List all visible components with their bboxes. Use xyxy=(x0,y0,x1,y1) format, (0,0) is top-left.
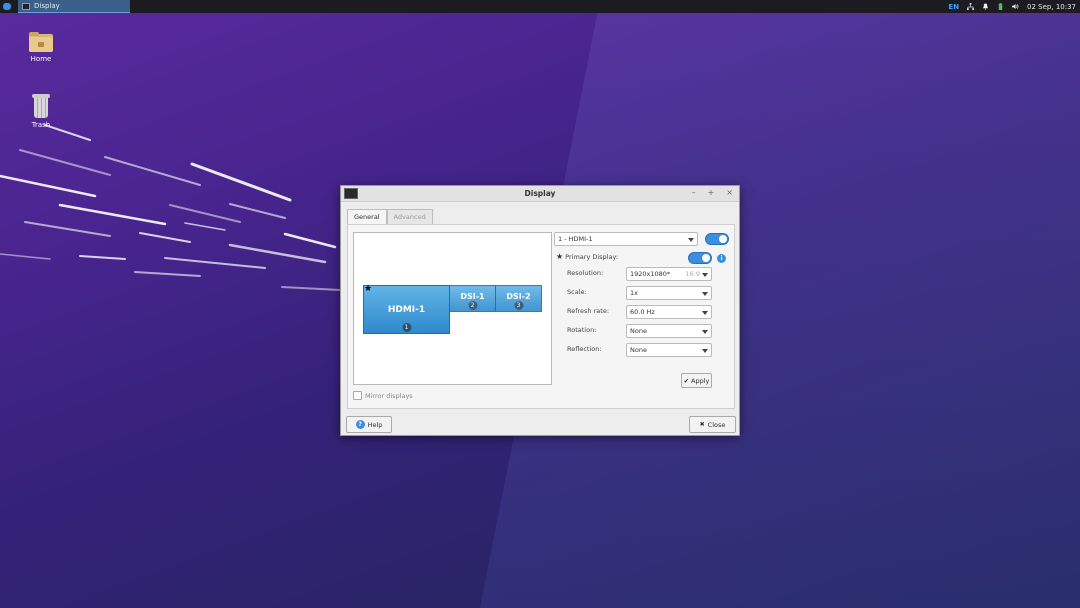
desktop-icon-label: Home xyxy=(30,55,52,63)
taskbar-item-display[interactable]: Display xyxy=(18,0,130,13)
refresh-rate-row: Refresh rate: xyxy=(567,307,609,315)
refresh-rate-label: Refresh rate: xyxy=(567,307,610,315)
tab-bar: General Advanced xyxy=(347,209,433,224)
keyboard-layout-indicator[interactable]: EN xyxy=(948,3,959,11)
display-app-icon xyxy=(22,2,30,10)
monitor-name: DSI-2 xyxy=(506,292,531,301)
scale-label: Scale: xyxy=(567,288,587,296)
close-label: Close xyxy=(707,420,726,429)
mirror-displays-label: Mirror displays xyxy=(365,391,413,400)
tab-general[interactable]: General xyxy=(347,209,387,224)
display-layout-preview: HDMI-1 1 ★ DSI-1 2 DSI-2 3 xyxy=(353,232,552,385)
monitor-number: 2 xyxy=(468,301,477,310)
reflection-row: Reflection: xyxy=(567,345,602,353)
chevron-down-icon xyxy=(702,349,708,353)
desktop-icon-label: Trash xyxy=(31,121,51,129)
display-app-icon xyxy=(344,188,358,199)
refresh-rate-select[interactable]: 60.0 Hz xyxy=(626,305,712,319)
battery-icon[interactable] xyxy=(997,3,1004,10)
monitor-number: 3 xyxy=(514,301,523,310)
help-button[interactable]: ? Help xyxy=(346,416,392,433)
chevron-down-icon xyxy=(702,292,708,296)
close-icon: ✖ xyxy=(699,421,705,428)
display-enabled-toggle[interactable] xyxy=(705,233,729,245)
home-folder-icon xyxy=(29,32,53,52)
resolution-label: Resolution: xyxy=(567,269,604,277)
primary-star-icon: ★ xyxy=(364,284,373,294)
reflection-label: Reflection: xyxy=(567,345,602,353)
display-select[interactable]: 1 - HDMI-1 xyxy=(554,232,698,246)
monitor-dsi-1[interactable]: DSI-1 2 xyxy=(449,285,496,312)
monitor-hdmi-1[interactable]: HDMI-1 1 xyxy=(363,285,450,334)
network-icon[interactable] xyxy=(967,3,975,10)
apply-label: Apply xyxy=(691,376,710,385)
close-button[interactable]: ✖ Close xyxy=(689,416,736,433)
taskbar-item-label: Display xyxy=(34,2,60,10)
primary-display-toggle[interactable] xyxy=(688,252,712,264)
volume-icon[interactable] xyxy=(1012,3,1019,10)
rotation-select[interactable]: None xyxy=(626,324,712,338)
mirror-displays-option[interactable]: Mirror displays xyxy=(353,391,413,400)
notification-bell-icon[interactable] xyxy=(982,3,989,10)
scale-select[interactable]: 1x xyxy=(626,286,712,300)
monitor-name: DSI-1 xyxy=(460,292,485,301)
display-select-value: 1 - HDMI-1 xyxy=(558,235,593,243)
apply-button[interactable]: ✔ Apply xyxy=(681,373,712,388)
close-window-button[interactable]: × xyxy=(726,188,733,197)
scale-value: 1x xyxy=(630,289,638,297)
monitor-name: HDMI-1 xyxy=(387,304,426,315)
desktop-icon-home[interactable]: Home xyxy=(21,32,61,63)
monitor-number: 1 xyxy=(402,323,411,332)
trash-icon xyxy=(32,94,50,118)
reflection-select[interactable]: None xyxy=(626,343,712,357)
chevron-down-icon xyxy=(702,273,708,277)
xfce-logo-icon xyxy=(3,3,11,10)
reflection-value: None xyxy=(630,346,647,354)
primary-display-label: Primary Display: xyxy=(565,252,619,261)
chevron-down-icon xyxy=(702,311,708,315)
rotation-label: Rotation: xyxy=(567,326,597,334)
tab-advanced[interactable]: Advanced xyxy=(386,209,433,224)
resolution-aspect: 16:9 xyxy=(685,270,700,278)
dialog-title: Display xyxy=(524,189,556,198)
monitor-dsi-2[interactable]: DSI-2 3 xyxy=(495,285,542,312)
resolution-value: 1920x1080* xyxy=(630,270,671,278)
help-icon: ? xyxy=(355,420,365,429)
rotation-value: None xyxy=(630,327,647,335)
rotation-row: Rotation: xyxy=(567,326,596,334)
info-icon[interactable]: i xyxy=(717,254,726,263)
clock[interactable]: 02 Sep, 10:37 xyxy=(1027,3,1076,11)
display-dialog: Display – + × General Advanced HDMI-1 1 … xyxy=(340,185,740,436)
top-panel: Display EN 02 Sep, 10:37 xyxy=(0,0,1080,13)
desktop-icon-trash[interactable]: Trash xyxy=(21,94,61,129)
system-tray: EN 02 Sep, 10:37 xyxy=(948,0,1076,13)
minimize-button[interactable]: – xyxy=(692,188,696,197)
resolution-select[interactable]: 1920x1080* 16:9 xyxy=(626,267,712,281)
help-label: Help xyxy=(367,420,383,429)
dialog-titlebar[interactable]: Display – + × xyxy=(341,186,739,202)
chevron-down-icon xyxy=(702,330,708,334)
chevron-down-icon xyxy=(688,238,694,242)
refresh-rate-value: 60.0 Hz xyxy=(630,308,655,316)
scale-row: Scale: xyxy=(567,288,587,296)
primary-display-row: ★ Primary Display: i xyxy=(556,252,732,264)
checkmark-icon: ✔ xyxy=(683,376,690,385)
mirror-displays-checkbox[interactable] xyxy=(353,391,362,400)
primary-star-icon: ★ xyxy=(556,252,564,261)
applications-menu-button[interactable] xyxy=(0,0,14,13)
general-tab-panel: HDMI-1 1 ★ DSI-1 2 DSI-2 3 Mirror displa… xyxy=(347,224,735,409)
maximize-button[interactable]: + xyxy=(708,188,715,197)
